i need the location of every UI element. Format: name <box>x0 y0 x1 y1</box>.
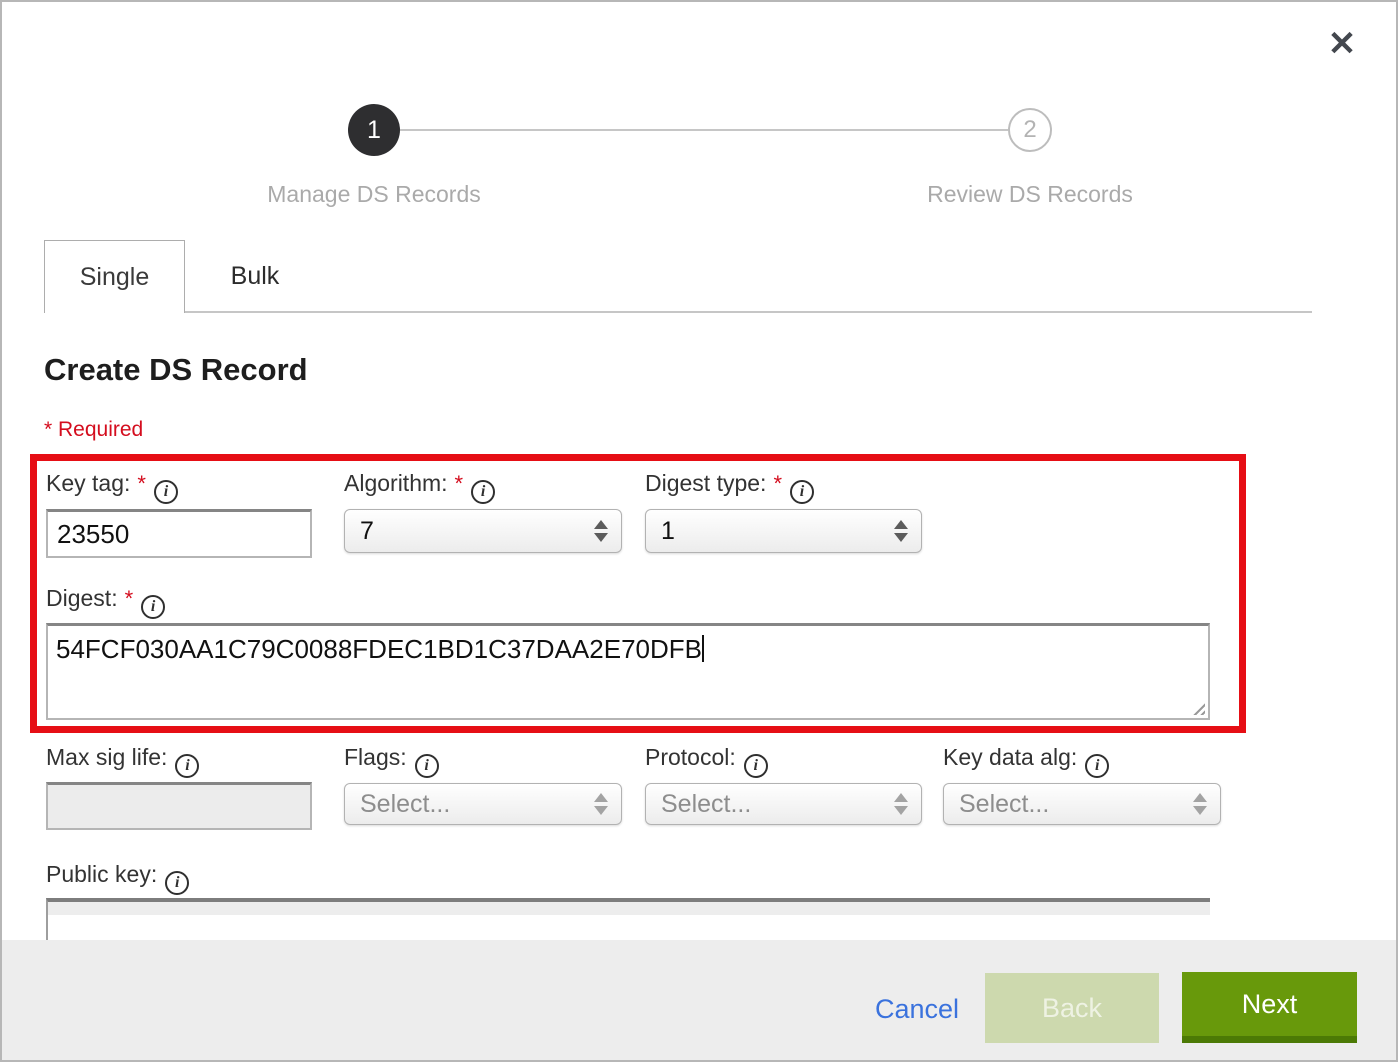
step-1-indicator: 1 <box>348 104 400 156</box>
select-arrows-icon <box>894 793 908 815</box>
info-icon[interactable]: i <box>744 754 768 778</box>
digest-type-select-value: 1 <box>661 517 894 546</box>
protocol-select[interactable]: Select... <box>645 783 922 825</box>
tab-bulk[interactable]: Bulk <box>185 242 325 311</box>
algorithm-label-text: Algorithm: <box>344 470 448 496</box>
info-icon[interactable]: i <box>415 754 439 778</box>
digest-textarea-value: 54FCF030AA1C79C0088FDEC1BD1C37DAA2E70DFB <box>56 634 702 664</box>
key-data-alg-label-text: Key data alg: <box>943 744 1077 770</box>
algorithm-label: Algorithm: * i <box>344 470 495 504</box>
public-key-label-text: Public key: <box>46 861 157 887</box>
select-arrows-icon <box>594 793 608 815</box>
key-data-alg-select[interactable]: Select... <box>943 783 1221 825</box>
cancel-button[interactable]: Cancel <box>875 994 959 1025</box>
select-arrows-icon <box>594 520 608 542</box>
required-star: * <box>137 471 146 496</box>
required-star: * <box>455 471 464 496</box>
resize-handle-icon[interactable] <box>1190 700 1205 715</box>
public-key-textarea[interactable] <box>46 898 1210 940</box>
required-star: * <box>125 586 134 611</box>
digest-textarea[interactable]: 54FCF030AA1C79C0088FDEC1BD1C37DAA2E70DFB <box>46 623 1210 720</box>
info-icon[interactable]: i <box>175 754 199 778</box>
info-icon[interactable]: i <box>1085 754 1109 778</box>
create-ds-record-dialog: ✕ 1 2 Manage DS Records Review DS Record… <box>0 0 1398 1062</box>
flags-label: Flags: i <box>344 744 439 778</box>
tab-single[interactable]: Single <box>44 240 185 313</box>
digest-type-select[interactable]: 1 <box>645 509 922 553</box>
digest-label-text: Digest: <box>46 585 118 611</box>
text-caret <box>702 635 704 662</box>
key-data-alg-label: Key data alg: i <box>943 744 1109 778</box>
flags-label-text: Flags: <box>344 744 407 770</box>
info-icon[interactable]: i <box>141 595 165 619</box>
key-tag-label-text: Key tag: <box>46 470 130 496</box>
key-tag-label: Key tag: * i <box>46 470 178 504</box>
select-arrows-icon <box>1193 793 1207 815</box>
required-note: * Required <box>44 418 143 442</box>
max-sig-life-input[interactable] <box>46 782 312 830</box>
public-key-label: Public key: i <box>46 861 189 895</box>
protocol-label: Protocol: i <box>645 744 768 778</box>
info-icon[interactable]: i <box>154 480 178 504</box>
digest-type-label: Digest type: * i <box>645 470 814 504</box>
algorithm-select-value: 7 <box>360 517 594 546</box>
protocol-select-value: Select... <box>661 790 894 819</box>
flags-select[interactable]: Select... <box>344 783 622 825</box>
step-2-indicator: 2 <box>1008 108 1052 152</box>
stepper-connector-line <box>400 129 1008 131</box>
select-arrows-icon <box>894 520 908 542</box>
info-icon[interactable]: i <box>471 480 495 504</box>
digest-label: Digest: * i <box>46 585 165 619</box>
next-button[interactable]: Next <box>1182 972 1357 1043</box>
back-button[interactable]: Back <box>985 973 1159 1043</box>
page-title: Create DS Record <box>44 352 308 388</box>
max-sig-life-label: Max sig life: i <box>46 744 199 778</box>
digest-type-label-text: Digest type: <box>645 470 766 496</box>
step-2-label: Review DS Records <box>810 181 1250 208</box>
tab-underline <box>185 311 1312 313</box>
close-icon[interactable]: ✕ <box>1322 24 1362 64</box>
key-data-alg-select-value: Select... <box>959 790 1193 819</box>
info-icon[interactable]: i <box>165 871 189 895</box>
flags-select-value: Select... <box>360 790 594 819</box>
protocol-label-text: Protocol: <box>645 744 736 770</box>
algorithm-select[interactable]: 7 <box>344 509 622 553</box>
step-1-label: Manage DS Records <box>154 181 594 208</box>
info-icon[interactable]: i <box>790 480 814 504</box>
key-tag-input[interactable] <box>46 509 312 558</box>
required-star: * <box>773 471 782 496</box>
max-sig-life-label-text: Max sig life: <box>46 744 167 770</box>
